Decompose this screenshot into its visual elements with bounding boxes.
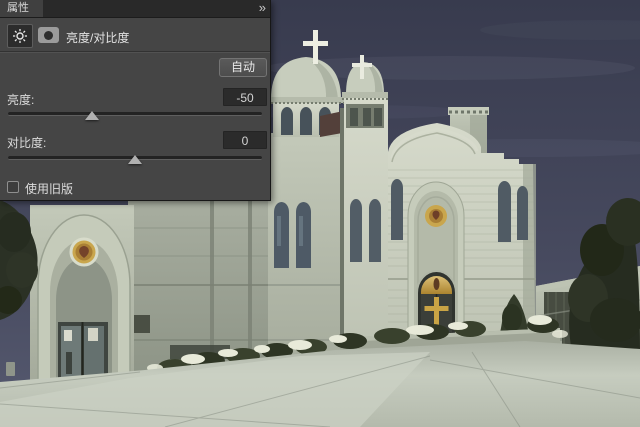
header-separator (0, 51, 270, 53)
adjustment-title: 亮度/对比度 (66, 31, 130, 45)
left-portal (30, 205, 134, 396)
tab-properties[interactable]: 属性 (0, 0, 43, 17)
brightness-value-field[interactable]: -50 (223, 88, 267, 106)
facade-window (517, 186, 528, 240)
use-legacy-checkbox[interactable] (7, 181, 19, 193)
facade-window (391, 179, 403, 240)
contrast-slider-thumb[interactable] (128, 155, 142, 164)
mask-icon[interactable] (38, 27, 59, 43)
panel-titlebar: 属性 » (0, 0, 270, 18)
mask-icon-dot (44, 30, 53, 40)
brightness-slider-track[interactable] (8, 111, 262, 120)
use-legacy-label: 使用旧版 (25, 182, 74, 196)
bollard (6, 362, 15, 376)
brightness-slider-thumb[interactable] (84, 111, 99, 120)
contrast-label: 对比度: (7, 136, 47, 150)
contrast-value-field[interactable]: 0 (223, 131, 267, 149)
properties-panel: 属性 » 亮度/对比度 自动 亮度: -50 对比度: 0 使用旧版 (0, 0, 271, 201)
auto-button[interactable]: 自动 (219, 58, 267, 77)
brightness-adjustment-icon (7, 24, 33, 48)
contrast-slider-track[interactable] (8, 155, 262, 164)
brightness-label: 亮度: (7, 93, 35, 107)
facade-window (498, 181, 511, 242)
small-window (134, 315, 150, 333)
collapse-to-icons-icon[interactable]: » (259, 0, 266, 17)
